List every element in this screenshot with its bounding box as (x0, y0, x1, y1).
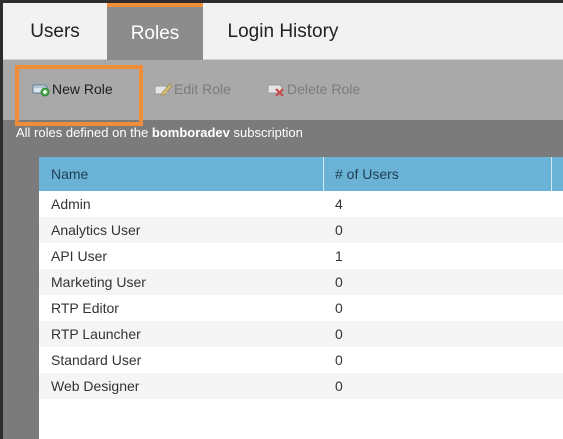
role-user-count: 0 (335, 222, 343, 238)
role-user-count: 0 (335, 352, 343, 368)
column-divider (323, 157, 324, 191)
role-name: Marketing User (51, 274, 146, 290)
edit-role-label: Edit Role (174, 81, 231, 97)
delete-role-label: Delete Role (287, 81, 361, 97)
tab-login-history[interactable]: Login History (203, 3, 363, 60)
role-name: RTP Launcher (51, 326, 141, 342)
new-role-icon (32, 84, 50, 97)
caption-prefix: All roles defined on the (16, 125, 152, 140)
role-name: Analytics User (51, 222, 141, 238)
role-name: Admin (51, 196, 91, 212)
role-user-count: 0 (335, 300, 343, 316)
column-header-users[interactable]: # of Users (335, 157, 399, 191)
new-role-label: New Role (52, 81, 113, 97)
delete-role-icon (267, 84, 284, 97)
role-name: API User (51, 248, 108, 264)
new-role-button[interactable]: New Role (31, 77, 113, 101)
tab-roles[interactable]: Roles (107, 3, 203, 60)
table-row[interactable]: Analytics User 0 (39, 217, 563, 243)
delete-role-button[interactable]: Delete Role (266, 77, 360, 101)
table-row[interactable]: API User 1 (39, 243, 563, 269)
table-row[interactable]: RTP Launcher 0 (39, 321, 563, 347)
table-row[interactable]: Web Designer 0 (39, 373, 563, 399)
table-row[interactable]: RTP Editor 0 (39, 295, 563, 321)
role-name: RTP Editor (51, 300, 119, 316)
table-header: Name # of Users (39, 157, 563, 191)
role-user-count: 0 (335, 274, 343, 290)
subscription-caption: All roles defined on the bomboradev subs… (16, 125, 303, 140)
caption-suffix: subscription (229, 125, 303, 140)
edit-role-icon (154, 83, 173, 96)
role-user-count: 1 (335, 248, 343, 264)
role-name: Standard User (51, 352, 142, 368)
role-name: Web Designer (51, 378, 140, 394)
tab-bar: Users Roles Login History (3, 3, 563, 60)
table-row[interactable]: Admin 4 (39, 191, 563, 217)
toolbar: New Role Edit Role Delete Role (3, 60, 563, 120)
table-row[interactable]: Marketing User 0 (39, 269, 563, 295)
subscription-name: bomboradev (151, 125, 230, 140)
tab-users[interactable]: Users (3, 3, 107, 60)
column-header-name[interactable]: Name (51, 157, 88, 191)
column-divider (551, 157, 552, 191)
roles-table: Name # of Users Admin 4 Analytics User 0… (39, 157, 563, 439)
role-user-count: 4 (335, 196, 343, 212)
roles-panel: Users Roles Login History New Role Edit … (0, 0, 563, 439)
role-user-count: 0 (335, 378, 343, 394)
role-user-count: 0 (335, 326, 343, 342)
table-row[interactable]: Standard User 0 (39, 347, 563, 373)
edit-role-button[interactable]: Edit Role (153, 77, 231, 101)
